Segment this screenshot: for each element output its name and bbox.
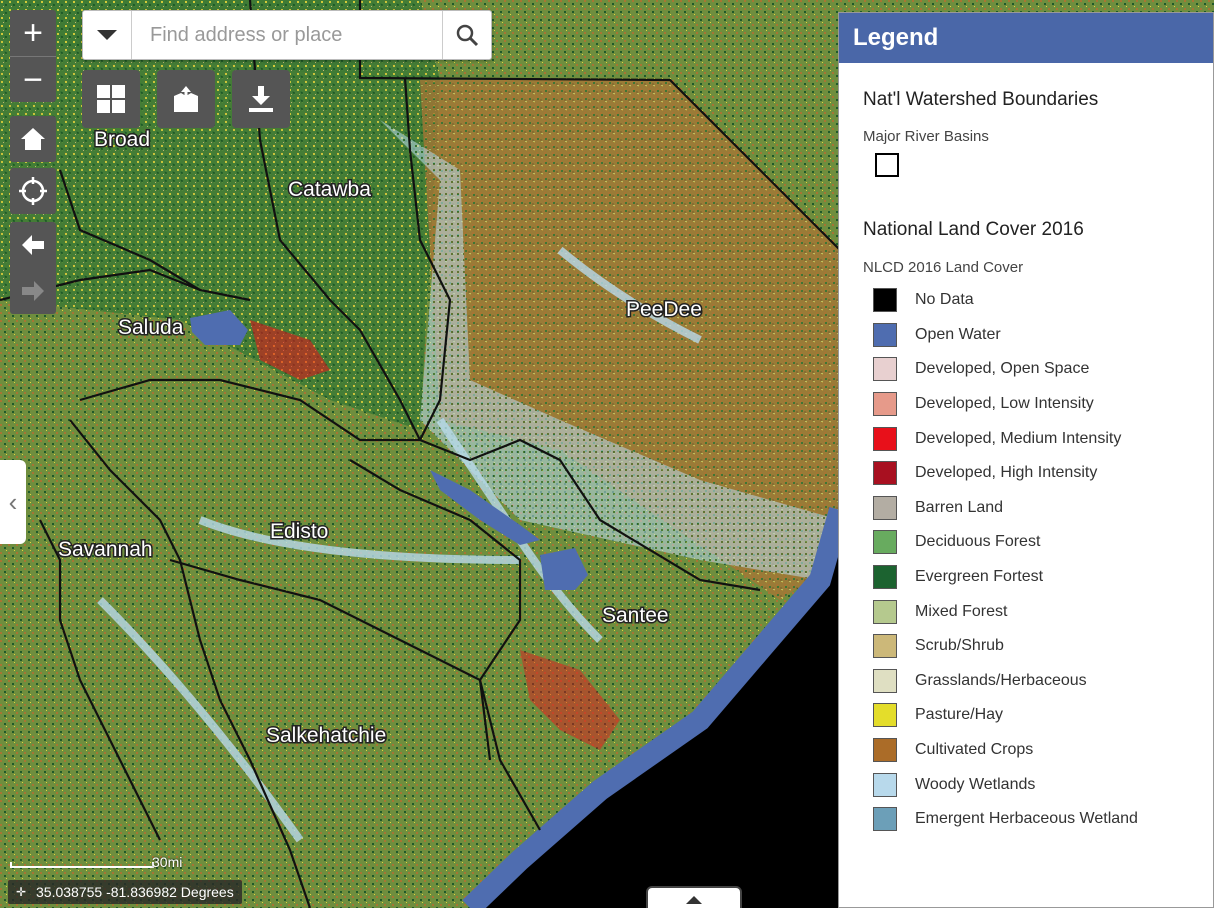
legend-item-label: Scrub/Shrub <box>915 637 1004 655</box>
grid-icon <box>97 85 125 113</box>
map-label-santee: Santee <box>602 604 669 627</box>
legend-layer-watershed-title: Nat'l Watershed Boundaries <box>863 89 1099 110</box>
legend-swatch <box>873 530 897 555</box>
legend-swatch <box>873 668 897 693</box>
legend-item: Grasslands/Herbaceous <box>873 664 1138 699</box>
basemap-gallery-button[interactable] <box>82 70 140 128</box>
zoom-in-button[interactable]: + <box>10 10 56 56</box>
locate-icon <box>19 177 47 205</box>
map-label-salkehatchie: Salkehatchie <box>266 724 386 747</box>
legend-swatch <box>873 357 897 382</box>
legend-item: Developed, Low Intensity <box>873 387 1138 422</box>
legend-item: Cultivated Crops <box>873 733 1138 768</box>
map-label-peedee: PeeDee <box>626 298 702 321</box>
bottom-panel-toggle[interactable] <box>646 886 742 908</box>
home-icon <box>21 128 45 150</box>
zoom-control: + − <box>10 10 56 102</box>
home-button[interactable] <box>10 116 56 162</box>
legend-item-label: Developed, Low Intensity <box>915 395 1094 413</box>
legend-swatch <box>873 322 897 347</box>
legend-item: Barren Land <box>873 491 1138 526</box>
legend-item: Developed, Open Space <box>873 352 1138 387</box>
legend-panel: Legend Nat'l Watershed Boundaries Major … <box>838 12 1214 908</box>
map-label-savannah: Savannah <box>58 538 153 561</box>
coordinate-text: 35.038755 -81.836982 Degrees <box>36 884 234 900</box>
legend-item: No Data <box>873 283 1138 318</box>
caret-down-icon <box>97 30 117 40</box>
legend-swatch <box>873 495 897 520</box>
legend-item-label: Developed, Open Space <box>915 360 1090 378</box>
map-label-broad: Broad <box>94 128 150 151</box>
legend-swatch <box>873 599 897 624</box>
legend-swatch <box>873 738 897 763</box>
legend-swatch <box>873 703 897 728</box>
chevron-up-icon <box>686 896 702 904</box>
legend-layer-watershed-subtitle: Major River Basins <box>863 128 989 145</box>
coordinate-toggle-button[interactable]: ✛ <box>12 883 30 901</box>
map-label-saluda: Saluda <box>118 316 184 339</box>
legend-swatch <box>873 565 897 590</box>
legend-item-label: Evergreen Fortest <box>915 568 1044 586</box>
legend-item-label: Cultivated Crops <box>915 741 1034 759</box>
legend-swatch <box>873 288 897 313</box>
previous-extent-button[interactable] <box>10 222 56 268</box>
legend-item-label: Grasslands/Herbaceous <box>915 671 1087 689</box>
legend-item: Developed, High Intensity <box>873 456 1138 491</box>
legend-item-label: Mixed Forest <box>915 602 1008 620</box>
zoom-out-button[interactable]: − <box>10 56 56 103</box>
map-label-catawba: Catawba <box>288 178 371 201</box>
scale-bar: 30mi <box>10 852 183 872</box>
legend-layer-landcover-title: National Land Cover 2016 <box>863 219 1084 240</box>
legend-item-label: Developed, High Intensity <box>915 464 1098 482</box>
legend-item-label: Barren Land <box>915 498 1004 516</box>
legend-item: Mixed Forest <box>873 594 1138 629</box>
download-button[interactable] <box>232 70 290 128</box>
side-panel-toggle[interactable]: ‹ <box>0 460 26 544</box>
upload-icon <box>174 86 198 112</box>
map-label-edisto: Edisto <box>270 520 328 543</box>
search-button[interactable] <box>442 11 491 59</box>
download-icon <box>249 86 273 112</box>
legend-item: Deciduous Forest <box>873 525 1138 560</box>
chevron-left-icon: ‹ <box>8 486 18 517</box>
legend-item-label: No Data <box>915 291 974 309</box>
legend-item: Emergent Herbaceous Wetland <box>873 802 1138 837</box>
legend-item-label: Pasture/Hay <box>915 706 1004 724</box>
legend-item: Evergreen Fortest <box>873 560 1138 595</box>
legend-swatch <box>873 807 897 832</box>
arrow-left-icon <box>22 235 44 255</box>
scale-line <box>10 862 154 868</box>
search-widget <box>82 10 492 60</box>
legend-item-label: Developed, Medium Intensity <box>915 429 1122 447</box>
legend-layer-landcover-subtitle: NLCD 2016 Land Cover <box>863 259 1024 276</box>
legend-item-label: Woody Wetlands <box>915 775 1036 793</box>
search-input[interactable] <box>132 11 442 59</box>
search-source-dropdown[interactable] <box>83 11 132 59</box>
legend-item: Developed, Medium Intensity <box>873 421 1138 456</box>
legend-item: Woody Wetlands <box>873 767 1138 802</box>
locate-button[interactable] <box>10 168 56 214</box>
extent-navigation <box>10 222 56 314</box>
search-icon <box>456 24 479 47</box>
legend-item: Pasture/Hay <box>873 698 1138 733</box>
legend-swatch <box>873 772 897 797</box>
legend-title: Legend <box>839 13 1213 63</box>
legend-item-label: Emergent Herbaceous Wetland <box>915 810 1138 828</box>
river-basin-swatch <box>875 153 899 177</box>
legend-swatch <box>873 634 897 659</box>
next-extent-button[interactable] <box>10 268 56 314</box>
legend-item: Scrub/Shrub <box>873 629 1138 664</box>
add-data-button[interactable] <box>157 70 215 128</box>
legend-swatch <box>873 461 897 486</box>
legend-item: Open Water <box>873 318 1138 353</box>
legend-items: No Data Open Water Developed, Open Space De… <box>873 283 1138 837</box>
legend-item-label: Deciduous Forest <box>915 533 1041 551</box>
arrow-right-icon <box>22 281 44 301</box>
coordinate-display: ✛ 35.038755 -81.836982 Degrees <box>8 880 242 904</box>
legend-swatch <box>873 426 897 451</box>
map-app: Broad Catawba PeeDee Saluda Edisto Savan… <box>0 0 1214 908</box>
scale-label: 30mi <box>152 854 183 870</box>
legend-swatch <box>873 392 897 417</box>
legend-item-label: Open Water <box>915 325 1001 343</box>
